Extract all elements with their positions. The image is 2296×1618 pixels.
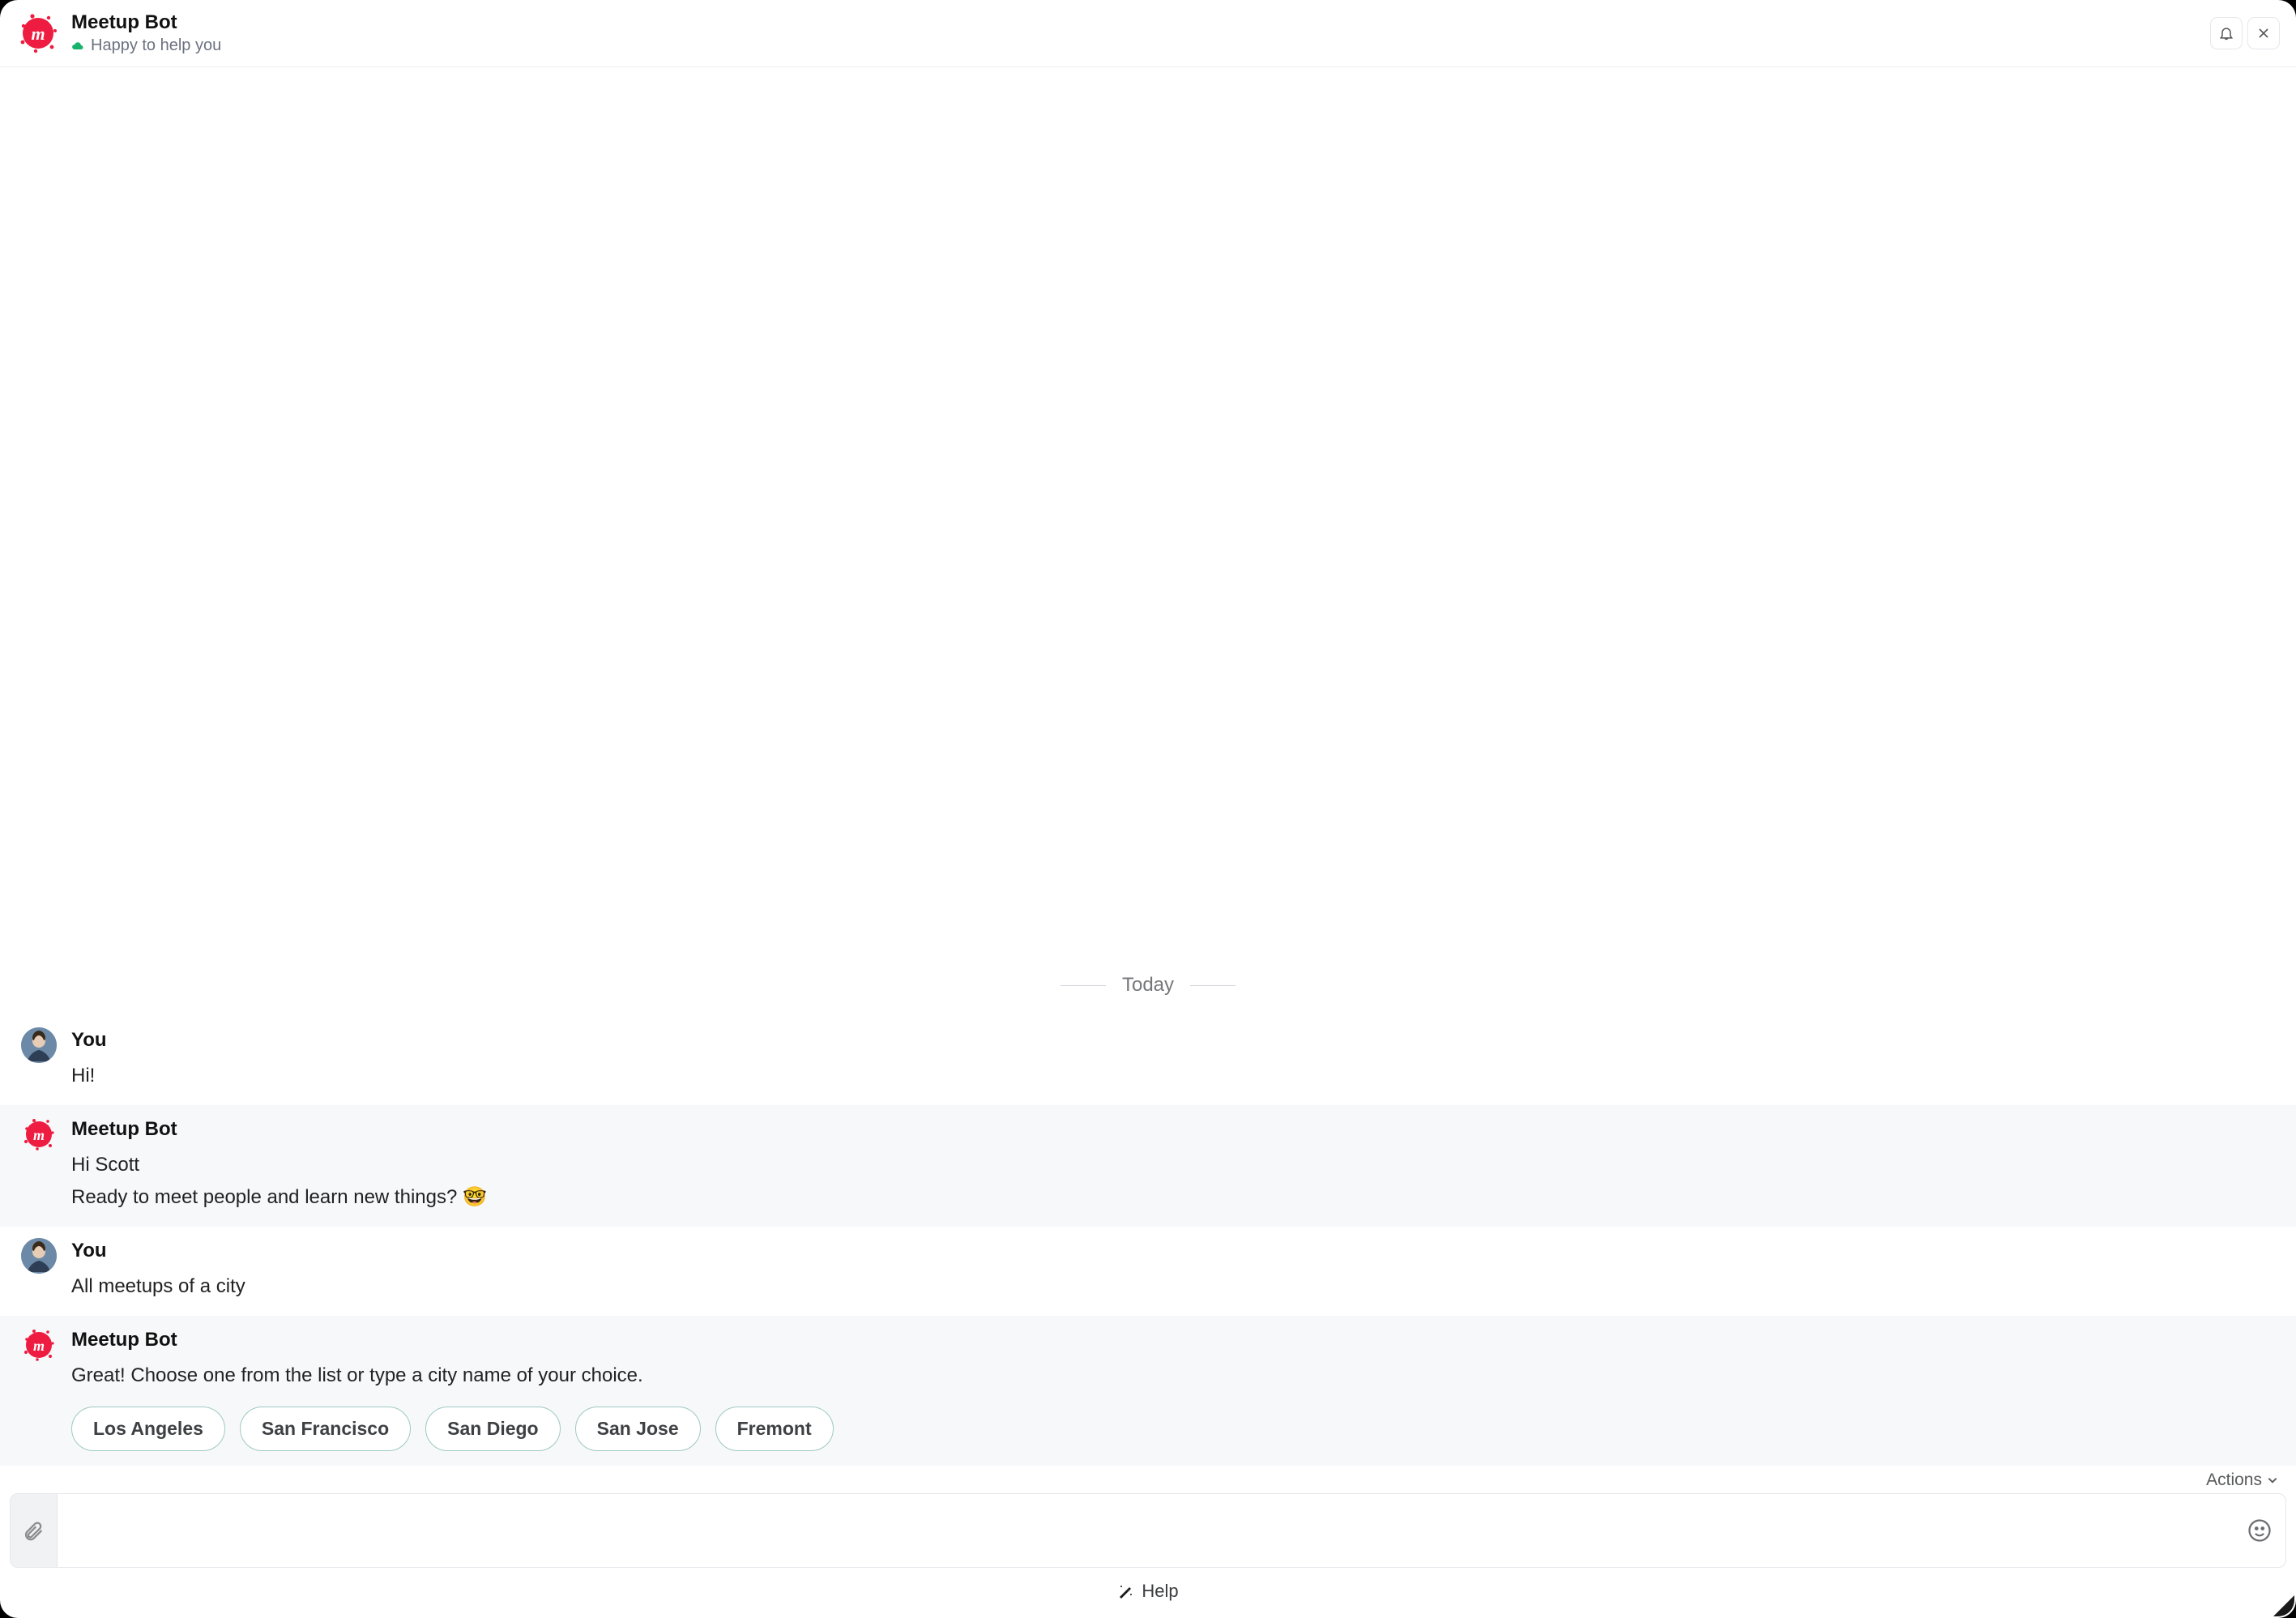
chevron-down-icon (2267, 1475, 2278, 1486)
composer-wrap (0, 1493, 2296, 1568)
message-input[interactable] (58, 1494, 2234, 1567)
bot-logo: m (16, 11, 60, 55)
chip-san-diego[interactable]: San Diego (425, 1407, 560, 1451)
date-separator-label: Today (1122, 974, 1174, 997)
chip-fremont[interactable]: Fremont (715, 1407, 834, 1451)
bot-avatar: m (21, 1327, 57, 1363)
svg-text:m: m (33, 1127, 45, 1143)
header-actions (2210, 17, 2280, 49)
bot-avatar: m (21, 1116, 57, 1152)
chat-header: m Meetup Bot Happy to help you (0, 0, 2296, 67)
message-user: You All meetups of a city (0, 1227, 2296, 1316)
status-row: Happy to help you (71, 36, 221, 55)
header-text: Meetup Bot Happy to help you (71, 11, 221, 55)
quick-reply-chips: Los Angeles San Francisco San Diego San … (71, 1407, 2275, 1451)
online-cloud-icon (71, 41, 84, 51)
message-text: All meetups of a city (71, 1272, 2275, 1301)
paperclip-icon (23, 1519, 45, 1542)
emoji-button[interactable] (2234, 1494, 2285, 1567)
message-text: Hi! (71, 1061, 2275, 1091)
message-bot: m Meetup Bot Hi Scott Ready to meet peop… (0, 1105, 2296, 1227)
notifications-button[interactable] (2210, 17, 2243, 49)
message-sender: Meetup Bot (71, 1329, 2275, 1351)
message-bot: m Meetup Bot Great! Choose one from the … (0, 1316, 2296, 1466)
message-user: You Hi! (0, 1016, 2296, 1105)
message-text: Ready to meet people and learn new thing… (71, 1183, 2275, 1212)
help-label: Help (1142, 1581, 1178, 1602)
status-text: Happy to help you (91, 36, 221, 55)
chip-san-francisco[interactable]: San Francisco (240, 1407, 411, 1451)
composer (10, 1493, 2286, 1568)
svg-text:m: m (33, 1338, 45, 1354)
close-button[interactable] (2247, 17, 2280, 49)
attach-button[interactable] (11, 1494, 58, 1567)
message-sender: You (71, 1029, 2275, 1052)
bell-icon (2218, 25, 2234, 41)
chat-area[interactable]: Today You Hi! m Meetup Bot Hi Scott Read… (0, 67, 2296, 1466)
meetup-logo-icon: m (16, 11, 60, 55)
chip-los-angeles[interactable]: Los Angeles (71, 1407, 225, 1451)
svg-text:m: m (31, 23, 45, 44)
actions-label: Actions (2206, 1471, 2262, 1490)
smiley-icon (2247, 1518, 2272, 1543)
magic-wand-icon (1117, 1583, 1133, 1599)
message-text: Great! Choose one from the list or type … (71, 1361, 2275, 1390)
chip-san-jose[interactable]: San Jose (575, 1407, 701, 1451)
message-sender: You (71, 1240, 2275, 1262)
bot-title: Meetup Bot (71, 11, 221, 34)
user-avatar (21, 1238, 57, 1274)
date-separator: Today (0, 954, 2296, 1016)
chat-window: m Meetup Bot Happy to help you (0, 0, 2296, 1618)
help-link[interactable]: Help (0, 1568, 2296, 1618)
message-text: Hi Scott (71, 1151, 2275, 1180)
close-icon (2255, 25, 2272, 41)
message-sender: Meetup Bot (71, 1118, 2275, 1141)
actions-menu[interactable]: Actions (0, 1466, 2296, 1493)
user-avatar (21, 1027, 57, 1063)
